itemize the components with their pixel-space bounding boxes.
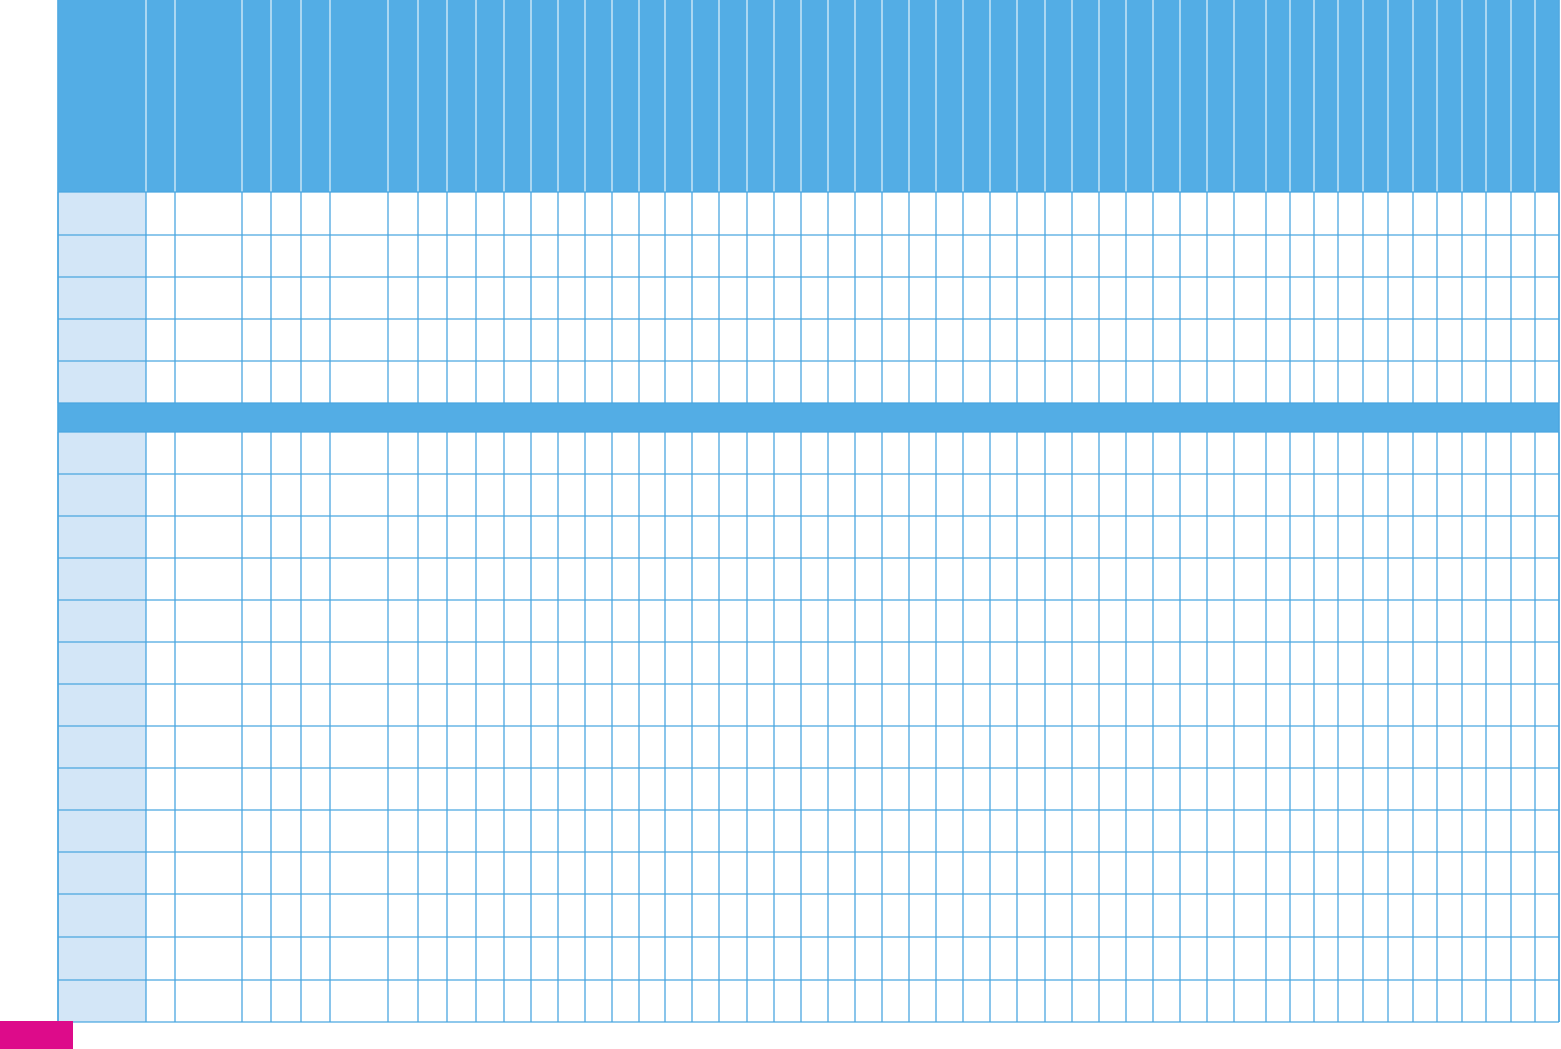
bottom-row-label-cell — [58, 852, 146, 894]
bottom-row-label-cell — [58, 937, 146, 980]
bottom-row-label-cell — [58, 810, 146, 852]
bottom-row-label-cell — [58, 980, 146, 1022]
top-row-label-cell — [58, 361, 146, 403]
bottom-row-label-cell — [58, 894, 146, 937]
bottom-row-label-cell — [58, 432, 146, 474]
bottom-row-label-cell — [58, 768, 146, 810]
top-row-label-cell — [58, 277, 146, 319]
top-row-label-cell — [58, 192, 146, 235]
page-corner-tab — [0, 1021, 73, 1049]
bottom-row-label-cell — [58, 600, 146, 642]
bottom-row-label-cell — [58, 726, 146, 768]
header-band — [58, 0, 1559, 192]
section-band — [58, 403, 1559, 432]
bottom-row-label-cell — [58, 684, 146, 726]
bottom-row-label-cell — [58, 558, 146, 600]
bottom-row-label-cell — [58, 516, 146, 558]
grid-table — [57, 0, 1560, 1023]
bottom-row-label-cell — [58, 642, 146, 684]
top-row-label-cell — [58, 235, 146, 277]
blank-grid-worksheet — [0, 0, 1561, 1049]
top-row-label-cell — [58, 319, 146, 361]
bottom-row-label-cell — [58, 474, 146, 516]
